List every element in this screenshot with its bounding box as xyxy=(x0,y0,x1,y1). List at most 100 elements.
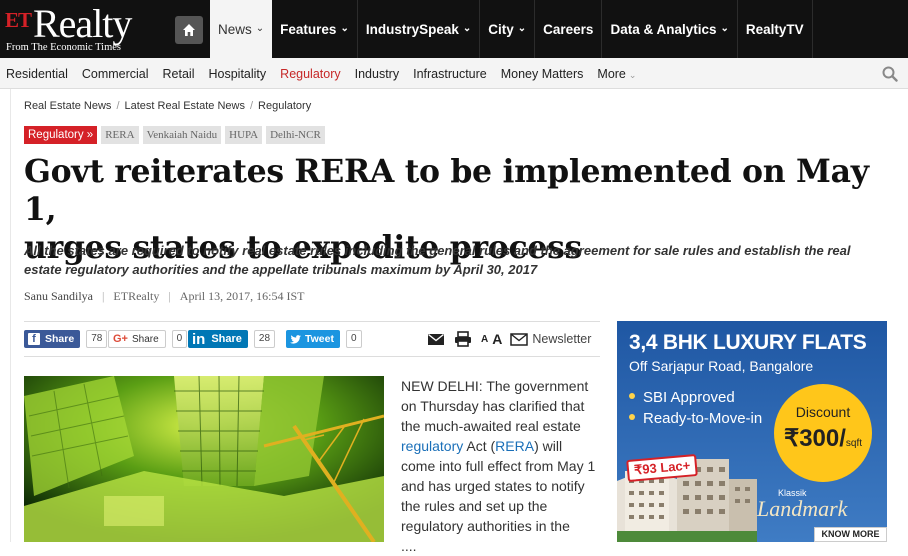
nav-news[interactable]: News ⌄ xyxy=(210,0,273,58)
breadcrumb-separator: / xyxy=(249,100,254,112)
nav-careers[interactable]: Careers xyxy=(535,0,603,58)
article-image xyxy=(24,376,384,542)
advertisement-banner[interactable]: 3,4 BHK LUXURY FLATS Off Sarjapur Road, … xyxy=(617,321,887,542)
linkedin-share-count: 28 xyxy=(253,330,276,348)
tag-delhi-ncr[interactable]: Delhi-NCR xyxy=(266,126,325,144)
subnav-more[interactable]: More ⌄ xyxy=(597,67,636,81)
byline: Sanu Sandilya | ETRealty | April 13, 201… xyxy=(24,289,304,304)
subnav-infrastructure[interactable]: Infrastructure xyxy=(413,67,487,81)
ad-feature-label: SBI Approved xyxy=(643,389,735,406)
facebook-icon: f xyxy=(28,333,40,345)
google-plus-share-button[interactable]: G+ Share xyxy=(108,330,166,348)
tag-list: Regulatory » RERA Venkaiah Naidu HUPA De… xyxy=(24,126,329,144)
home-icon xyxy=(183,24,195,36)
author-name[interactable]: Sanu Sandilya xyxy=(24,289,93,304)
regulatory-link[interactable]: regulatory xyxy=(401,438,463,454)
tag-hupa[interactable]: HUPA xyxy=(225,126,263,144)
secondary-nav: Residential Commercial Retail Hospitalit… xyxy=(0,58,908,89)
nav-city-label: City xyxy=(488,21,514,37)
search-icon[interactable] xyxy=(882,66,898,82)
twitter-share-label: Tweet xyxy=(305,333,334,345)
ad-discount-amount: ₹300/ xyxy=(783,425,846,452)
chevron-down-icon: ⌄ xyxy=(628,69,637,80)
rera-link[interactable]: RERA xyxy=(495,438,534,454)
ad-features: SBI Approved Ready-to-Move-in xyxy=(629,387,762,429)
facebook-share-label: Share xyxy=(45,333,75,345)
newsletter-link[interactable]: Newsletter xyxy=(532,332,591,346)
article-synopsis: All the states are required to notify re… xyxy=(24,243,851,277)
ad-feature-item: SBI Approved xyxy=(629,387,762,408)
article-text: Act ( xyxy=(463,438,496,454)
divider xyxy=(24,356,600,357)
breadcrumb-separator: / xyxy=(116,100,120,112)
google-plus-share[interactable]: G+ Share 0 xyxy=(108,330,188,348)
tag-regulatory[interactable]: Regulatory » xyxy=(24,126,98,144)
tag-venkaiah-naidu[interactable]: Venkaiah Naidu xyxy=(142,126,222,144)
nav-news-label: News xyxy=(218,21,252,37)
ad-discount-badge: Discount ₹300/sqft xyxy=(774,384,872,482)
facebook-share[interactable]: f Share 78 xyxy=(24,330,108,348)
tag-rera[interactable]: RERA xyxy=(101,126,139,144)
linkedin-share[interactable]: in Share 28 xyxy=(188,330,276,348)
nav-data-analytics[interactable]: Data & Analytics ⌄ xyxy=(602,0,738,58)
nav-features-label: Features xyxy=(280,21,337,37)
subnav-hospitality[interactable]: Hospitality xyxy=(209,67,267,81)
ad-feature-label: Ready-to-Move-in xyxy=(643,410,763,427)
linkedin-icon: in xyxy=(192,330,206,348)
nav-careers-label: Careers xyxy=(543,21,594,37)
article-body: NEW DELHI: The government on Thursday ha… xyxy=(401,376,597,556)
print-icon[interactable] xyxy=(454,331,472,347)
nav-features[interactable]: Features ⌄ xyxy=(272,0,358,58)
google-plus-share-count: 0 xyxy=(171,330,188,348)
ad-title: 3,4 BHK LUXURY FLATS xyxy=(629,331,867,354)
ad-discount-value: ₹300/sqft xyxy=(774,424,872,453)
nav-data-analytics-label: Data & Analytics xyxy=(610,21,717,37)
facebook-share-button[interactable]: f Share xyxy=(24,330,81,348)
logo-name: Realty xyxy=(33,1,132,46)
ad-know-more-button[interactable]: KNOW MORE xyxy=(814,527,887,542)
byline-separator: | xyxy=(168,289,171,303)
subnav-industry[interactable]: Industry xyxy=(355,67,399,81)
google-plus-share-label: Share xyxy=(131,333,159,345)
twitter-icon xyxy=(290,334,301,344)
chevron-down-icon: ⌄ xyxy=(255,22,265,34)
ad-subtitle: Off Sarjapur Road, Bangalore xyxy=(629,358,814,374)
font-increase-button[interactable]: A xyxy=(492,331,502,347)
chevron-down-icon: ⌄ xyxy=(720,22,729,34)
subnav-regulatory[interactable]: Regulatory xyxy=(280,67,340,81)
construction-illustration xyxy=(24,376,384,542)
headline-line-1: Govt reiterates RERA to be implemented o… xyxy=(24,153,869,228)
subnav-residential[interactable]: Residential xyxy=(6,67,68,81)
chevron-down-icon: ⌄ xyxy=(340,22,349,34)
breadcrumb-item[interactable]: Latest Real Estate News xyxy=(125,100,245,112)
primary-nav: News ⌄ Features ⌄ IndustrySpeak ⌄ City ⌄ Car… xyxy=(210,0,813,58)
twitter-share-count: 0 xyxy=(345,330,362,348)
nav-city[interactable]: City ⌄ xyxy=(480,0,536,58)
twitter-share[interactable]: Tweet 0 xyxy=(286,330,362,348)
twitter-share-button[interactable]: Tweet xyxy=(286,330,340,348)
subnav-retail[interactable]: Retail xyxy=(163,67,195,81)
breadcrumb: Real Estate News / Latest Real Estate Ne… xyxy=(24,100,311,112)
article-text: NEW DELHI: The government on Thursday ha… xyxy=(401,378,589,434)
home-button[interactable] xyxy=(175,16,203,44)
logo-tagline: From The Economic Times xyxy=(6,42,122,53)
breadcrumb-item[interactable]: Real Estate News xyxy=(24,100,111,112)
newsletter-icon[interactable] xyxy=(510,332,529,346)
etrealty-logo[interactable]: ET Realty From The Economic Times xyxy=(5,1,155,56)
article-tools: A A Newsletter xyxy=(427,329,591,349)
divider xyxy=(24,321,600,322)
nav-industryspeak[interactable]: IndustrySpeak ⌄ xyxy=(358,0,481,58)
subnav-commercial[interactable]: Commercial xyxy=(82,67,149,81)
breadcrumb-item[interactable]: Regulatory xyxy=(258,100,311,112)
publish-date: April 13, 2017, 16:54 IST xyxy=(179,289,305,303)
nav-realtytv[interactable]: RealtyTV xyxy=(738,0,813,58)
font-decrease-button[interactable]: A xyxy=(481,334,488,345)
ad-feature-item: Ready-to-Move-in xyxy=(629,408,762,429)
email-icon[interactable] xyxy=(427,333,445,346)
top-navigation-bar: ET Realty From The Economic Times News ⌄ … xyxy=(0,0,908,58)
chevron-down-icon: ⌄ xyxy=(517,22,527,34)
subnav-money-matters[interactable]: Money Matters xyxy=(501,67,584,81)
linkedin-share-button[interactable]: in Share xyxy=(188,330,248,348)
bullet-icon xyxy=(629,414,635,420)
logo-prefix: ET xyxy=(5,8,32,32)
